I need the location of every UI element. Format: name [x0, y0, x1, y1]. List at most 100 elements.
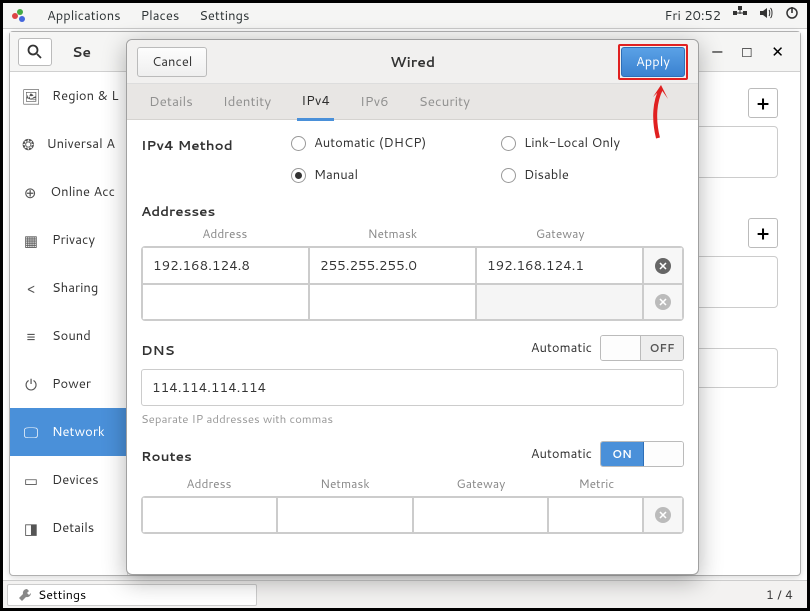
routes-auto-label: Automatic [531, 445, 592, 463]
wired-add-button[interactable]: + [748, 88, 778, 118]
close-icon: ✕ [655, 507, 671, 523]
col-gateway: Gateway [413, 475, 549, 492]
close-icon: ✕ [655, 258, 671, 274]
tab-ipv4[interactable]: IPv4 [297, 83, 334, 121]
routes-headers: Address Netmask Gateway Metric [141, 471, 684, 496]
dns-hint: Separate IP addresses with commas [141, 410, 684, 427]
search-button[interactable] [18, 38, 52, 66]
radio-disable[interactable]: Disable [501, 166, 681, 184]
radio-manual[interactable]: Manual [291, 166, 501, 184]
ipv4-method-section: IPv4 Method Automatic (DHCP) Link-Local … [141, 134, 684, 184]
menu-places[interactable]: Places [141, 7, 180, 25]
top-menubar: Applications Places Settings Fri 20:52 [3, 3, 807, 29]
dns-section: DNS Automatic OFF 114.114.114.114 Separa… [141, 335, 684, 427]
tab-ipv6[interactable]: IPv6 [356, 84, 393, 119]
sidebar-item-network[interactable]: 🖵Network [10, 408, 127, 456]
gateway-input[interactable]: 192.168.124.1 [476, 247, 643, 284]
power-icon: ⏻ [22, 375, 40, 393]
dns-servers-input[interactable]: 114.114.114.114 [141, 369, 684, 406]
col-address: Address [141, 475, 277, 492]
address-delete-button[interactable]: ✕ [643, 247, 683, 284]
menu-applications[interactable]: Applications [47, 7, 121, 25]
toggle-label: OFF [641, 336, 683, 360]
search-icon [27, 44, 43, 60]
radio-label: Link-Local Only [524, 134, 620, 152]
routes-title: Routes [141, 447, 192, 466]
vpn-add-button[interactable]: + [748, 218, 778, 248]
sidebar-item-privacy[interactable]: ▦Privacy [10, 216, 127, 264]
minimize-button[interactable]: — [712, 41, 722, 62]
dns-title: DNS [141, 341, 175, 360]
cancel-button[interactable]: Cancel [137, 47, 207, 77]
address-delete-button[interactable]: ✕ [643, 284, 683, 320]
radio-label: Disable [524, 166, 569, 184]
tab-details[interactable]: Details [145, 84, 197, 119]
col-metric: Metric [549, 475, 644, 492]
dialog-tabs: Details Identity IPv4 IPv6 Security [127, 84, 698, 120]
sidebar-item-label: Devices [52, 471, 99, 489]
volume-tray-icon[interactable] [759, 6, 773, 25]
window-controls: — □ ✕ [712, 41, 792, 62]
address-input[interactable] [142, 284, 309, 320]
radio-automatic-dhcp[interactable]: Automatic (DHCP) [291, 134, 501, 152]
sidebar-item-label: Network [52, 423, 105, 441]
distro-logo-icon [11, 8, 27, 24]
sidebar-item-label: Power [52, 375, 91, 393]
col-netmask: Netmask [309, 225, 477, 242]
dialog-title: Wired [207, 52, 618, 72]
tab-security[interactable]: Security [415, 84, 474, 119]
power-tray-icon[interactable] [785, 6, 799, 25]
radio-icon [501, 168, 516, 183]
route-metric-input[interactable] [548, 497, 643, 533]
dns-automatic-toggle[interactable]: OFF [600, 335, 684, 361]
routes-section: Routes Automatic ON Address Netmask Gate… [141, 441, 684, 534]
radio-label: Automatic (DHCP) [314, 134, 426, 152]
network-tray-icon[interactable] [733, 6, 747, 25]
sidebar-item-label: Sharing [52, 279, 98, 297]
address-row-empty: ✕ [142, 284, 683, 320]
devices-icon: ▭ [22, 471, 40, 489]
sidebar-item-online[interactable]: ⊕Online Acc [10, 168, 127, 216]
close-icon: ✕ [655, 294, 671, 310]
close-button[interactable]: ✕ [771, 41, 784, 62]
sidebar-item-power[interactable]: ⏻ Power [10, 360, 127, 408]
radio-icon [501, 136, 516, 151]
apply-button[interactable]: Apply [621, 47, 685, 77]
netmask-input[interactable]: 255.255.255.0 [309, 247, 476, 284]
route-netmask-input[interactable] [277, 497, 412, 533]
taskbar-app-settings[interactable]: Settings [7, 584, 257, 606]
taskbar-app-label: Settings [38, 586, 86, 604]
sidebar-item-universal[interactable]: ❂Universal A [10, 120, 127, 168]
route-gateway-input[interactable] [413, 497, 548, 533]
address-input[interactable]: 192.168.124.8 [142, 247, 309, 284]
maximize-button[interactable]: □ [742, 41, 751, 62]
workspace-indicator[interactable]: 1 / 4 [756, 586, 803, 604]
dialog-header: Cancel Wired Apply [127, 40, 698, 84]
route-address-input[interactable] [142, 497, 277, 533]
sidebar-item-region[interactable]: 🖼 Region & L [10, 72, 127, 120]
sidebar-item-label: Details [52, 519, 94, 537]
toggle-label: ON [601, 442, 643, 466]
ipv4-method-label: IPv4 Method [141, 134, 291, 155]
region-icon: 🖼 [22, 87, 40, 105]
sound-icon: ≡ [22, 327, 40, 345]
sidebar-item-details[interactable]: ◨Details [10, 504, 127, 552]
privacy-icon: ▦ [22, 231, 40, 249]
sidebar-item-label: Region & L [52, 87, 118, 105]
routes-automatic-toggle[interactable]: ON [600, 441, 684, 467]
sidebar-item-label: Sound [52, 327, 91, 345]
routes-table-body: ✕ [141, 496, 684, 534]
sidebar-item-devices[interactable]: ▭ Devices [10, 456, 127, 504]
radio-icon [291, 136, 306, 151]
netmask-input[interactable] [309, 284, 476, 320]
route-row-empty: ✕ [142, 497, 683, 533]
sidebar-item-label: Universal A [47, 135, 115, 153]
col-gateway: Gateway [476, 225, 644, 242]
gateway-input[interactable] [476, 284, 643, 320]
dns-auto-label: Automatic [531, 339, 592, 357]
menu-settings[interactable]: Settings [199, 7, 249, 25]
tab-identity[interactable]: Identity [219, 84, 275, 119]
route-delete-button[interactable]: ✕ [643, 497, 683, 533]
sidebar-item-sound[interactable]: ≡ Sound [10, 312, 127, 360]
sidebar-item-sharing[interactable]: <Sharing [10, 264, 127, 312]
